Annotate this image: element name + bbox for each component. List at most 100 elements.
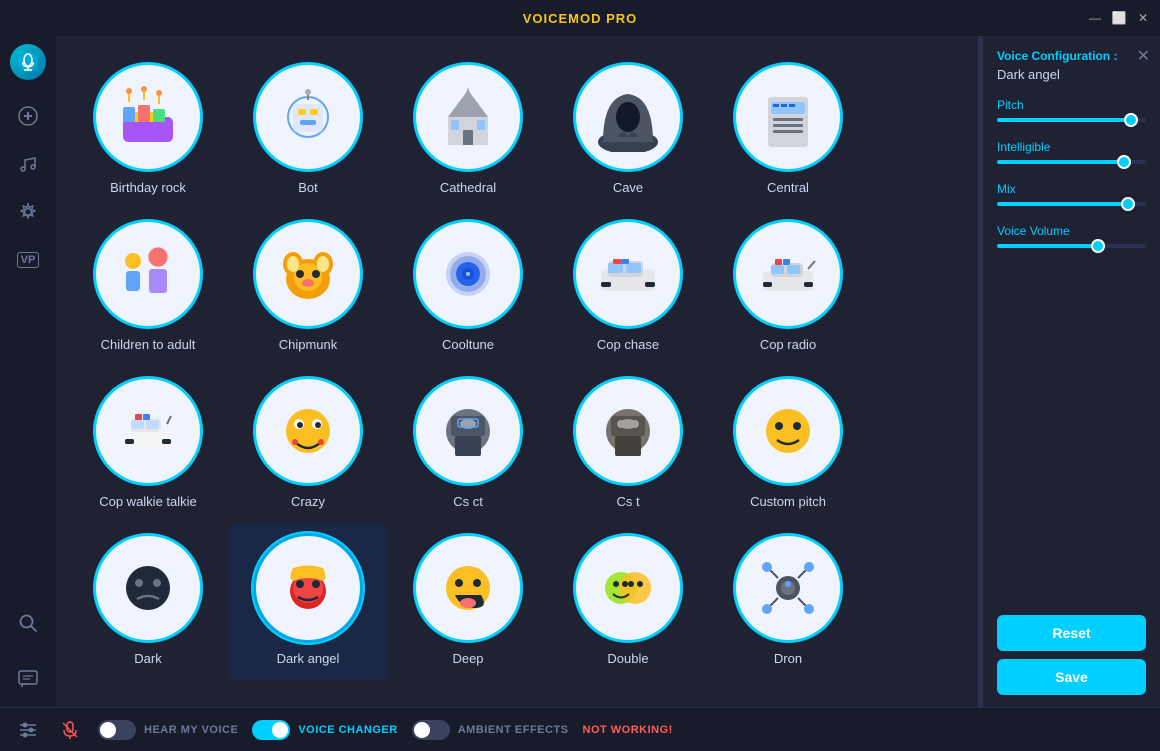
sidebar-item-vp[interactable]: VP bbox=[8, 240, 48, 280]
voice-circle-bot bbox=[253, 62, 363, 172]
voice-item-central[interactable]: Central bbox=[708, 52, 868, 209]
mix-thumb[interactable] bbox=[1121, 197, 1135, 211]
voice-label-cop-radio: Cop radio bbox=[760, 337, 816, 352]
voice-item-dark[interactable]: Dark bbox=[68, 523, 228, 680]
voice-circle-birthday-rock bbox=[93, 62, 203, 172]
voice-circle-cop-radio bbox=[733, 219, 843, 329]
reset-button[interactable]: Reset bbox=[997, 615, 1146, 651]
main-area: VP Birthday rock Bot Cathedral Cave Central C… bbox=[0, 36, 1160, 707]
right-panel: ✕ Voice Configuration : Dark angel Pitch… bbox=[982, 36, 1160, 707]
intelligible-slider-section: Intelligible bbox=[997, 140, 1146, 164]
vp-label: VP bbox=[17, 252, 40, 268]
voice-item-cop-radio[interactable]: Cop radio bbox=[708, 209, 868, 366]
voice-label-dron: Dron bbox=[774, 651, 802, 666]
sliders-icon bbox=[18, 720, 38, 740]
sidebar: VP bbox=[0, 36, 56, 707]
voice-circle-cathedral bbox=[413, 62, 523, 172]
voice-item-dron[interactable]: Dron bbox=[708, 523, 868, 680]
hear-my-voice-toggle-group: HEAR MY VOICE bbox=[98, 720, 238, 740]
mix-slider-section: Mix bbox=[997, 182, 1146, 206]
mix-label: Mix bbox=[997, 182, 1146, 196]
voice-item-cs-t[interactable]: Cs t bbox=[548, 366, 708, 523]
hear-my-voice-label: HEAR MY VOICE bbox=[144, 724, 238, 736]
pitch-slider-section: Pitch bbox=[997, 98, 1146, 122]
sidebar-item-search[interactable] bbox=[8, 603, 48, 643]
panel-close-button[interactable]: ✕ bbox=[1137, 46, 1150, 66]
voice-label-cs-t: Cs t bbox=[616, 494, 639, 509]
voice-circle-children-to-adult bbox=[93, 219, 203, 329]
panel-config-title: Voice Configuration : bbox=[997, 48, 1146, 65]
voice-volume-fill bbox=[997, 244, 1098, 248]
voice-item-cathedral[interactable]: Cathedral bbox=[388, 52, 548, 209]
music-icon bbox=[17, 153, 39, 175]
intelligible-fill bbox=[997, 160, 1124, 164]
voice-item-birthday-rock[interactable]: Birthday rock bbox=[68, 52, 228, 209]
search-icon bbox=[17, 612, 39, 634]
window-controls[interactable]: — ⬜ ✕ bbox=[1086, 9, 1152, 27]
ambient-effects-label: AMBIENT EFFECTS bbox=[458, 724, 569, 736]
voice-circle-dron bbox=[733, 533, 843, 643]
close-button[interactable]: ✕ bbox=[1134, 9, 1152, 27]
voice-changer-knob bbox=[272, 722, 288, 738]
sidebar-item-settings[interactable] bbox=[8, 192, 48, 232]
voice-label-cave: Cave bbox=[613, 180, 643, 195]
voice-item-dark-angel[interactable]: Dark angel bbox=[228, 523, 388, 680]
voice-volume-thumb[interactable] bbox=[1091, 239, 1105, 253]
voice-item-cop-walkie-talkie[interactable]: Cop walkie talkie bbox=[68, 366, 228, 523]
voice-label-cs-ct: Cs ct bbox=[453, 494, 483, 509]
app-logo bbox=[10, 44, 46, 80]
voice-circle-cop-chase bbox=[573, 219, 683, 329]
maximize-button[interactable]: ⬜ bbox=[1110, 9, 1128, 27]
pitch-label: Pitch bbox=[997, 98, 1146, 112]
voice-circle-crazy bbox=[253, 376, 363, 486]
ambient-effects-toggle[interactable] bbox=[412, 720, 450, 740]
voice-circle-cs-ct bbox=[413, 376, 523, 486]
voice-circle-dark-angel bbox=[253, 533, 363, 643]
hear-my-voice-knob bbox=[100, 722, 116, 738]
pitch-thumb[interactable] bbox=[1124, 113, 1138, 127]
voice-item-bot[interactable]: Bot bbox=[228, 52, 388, 209]
panel-config-subtitle: Dark angel bbox=[997, 67, 1146, 82]
save-button[interactable]: Save bbox=[997, 659, 1146, 695]
voice-item-cop-chase[interactable]: Cop chase bbox=[548, 209, 708, 366]
voice-circle-custom-pitch bbox=[733, 376, 843, 486]
voice-grid: Birthday rock Bot Cathedral Cave Central Chil… bbox=[56, 36, 978, 707]
voice-item-cave[interactable]: Cave bbox=[548, 52, 708, 209]
voice-changer-toggle[interactable] bbox=[252, 720, 290, 740]
voice-label-dark-angel: Dark angel bbox=[277, 651, 340, 666]
add-effect-icon bbox=[17, 105, 39, 127]
hear-my-voice-toggle[interactable] bbox=[98, 720, 136, 740]
intelligible-thumb[interactable] bbox=[1117, 155, 1131, 169]
voice-item-deep[interactable]: Deep bbox=[388, 523, 548, 680]
sidebar-item-music[interactable] bbox=[8, 144, 48, 184]
sidebar-item-add-effect[interactable] bbox=[8, 96, 48, 136]
voice-label-custom-pitch: Custom pitch bbox=[750, 494, 826, 509]
voice-label-deep: Deep bbox=[452, 651, 483, 666]
minimize-button[interactable]: — bbox=[1086, 9, 1104, 27]
voice-item-double[interactable]: Double bbox=[548, 523, 708, 680]
sidebar-item-comment[interactable] bbox=[8, 659, 48, 699]
voice-circle-cooltune bbox=[413, 219, 523, 329]
voice-item-cooltune[interactable]: Cooltune bbox=[388, 209, 548, 366]
voice-circle-dark bbox=[93, 533, 203, 643]
app-title: VOICEMOD PRO bbox=[523, 11, 638, 26]
bottom-bar: HEAR MY VOICE VOICE CHANGER AMBIENT EFFE… bbox=[0, 707, 1160, 751]
voice-item-cs-ct[interactable]: Cs ct bbox=[388, 366, 548, 523]
voice-circle-central bbox=[733, 62, 843, 172]
pitch-fill bbox=[997, 118, 1131, 122]
voice-item-crazy[interactable]: Crazy bbox=[228, 366, 388, 523]
ambient-effects-knob bbox=[414, 722, 430, 738]
equalizer-icon[interactable] bbox=[14, 716, 42, 744]
not-working-badge: NOT WORKING! bbox=[583, 724, 673, 736]
voice-label-chipmunk: Chipmunk bbox=[279, 337, 338, 352]
intelligible-label: Intelligible bbox=[997, 140, 1146, 154]
voice-item-chipmunk[interactable]: Chipmunk bbox=[228, 209, 388, 366]
voice-item-children-to-adult[interactable]: Children to adult bbox=[68, 209, 228, 366]
voice-item-custom-pitch[interactable]: Custom pitch bbox=[708, 366, 868, 523]
voice-label-cop-chase: Cop chase bbox=[597, 337, 659, 352]
title-bar: VOICEMOD PRO — ⬜ ✕ bbox=[0, 0, 1160, 36]
voice-label-bot: Bot bbox=[298, 180, 318, 195]
voice-label-cooltune: Cooltune bbox=[442, 337, 494, 352]
voice-circle-cop-walkie-talkie bbox=[93, 376, 203, 486]
mic-mute-button[interactable] bbox=[56, 716, 84, 744]
